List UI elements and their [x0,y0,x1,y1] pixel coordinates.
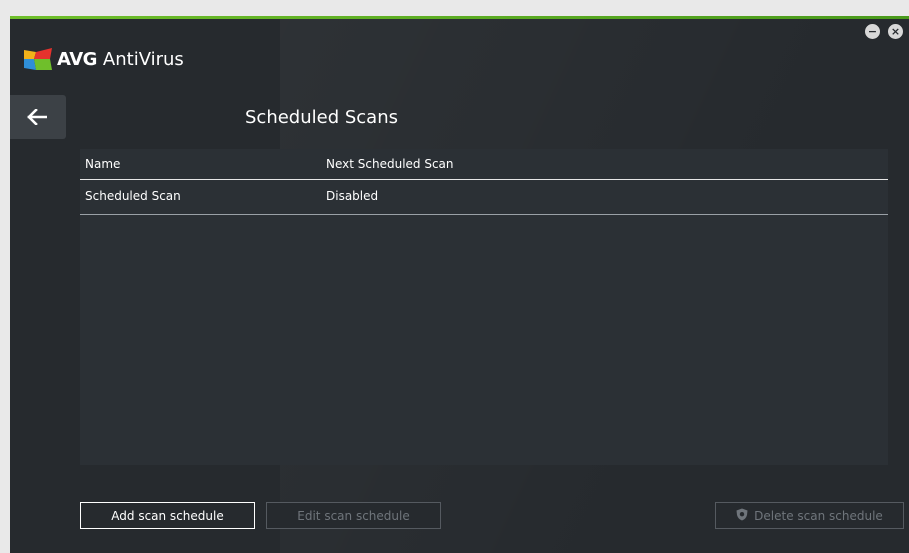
column-header-next-scan[interactable]: Next Scheduled Scan [326,157,454,171]
back-button[interactable] [10,95,66,139]
column-header-name[interactable]: Name [85,157,120,171]
table-header: Name Next Scheduled Scan [80,149,888,180]
avg-logo-icon [24,48,53,70]
edit-scan-schedule-button[interactable]: Edit scan schedule [266,502,441,529]
delete-scan-schedule-button[interactable]: Delete scan schedule [715,502,904,529]
brand-avg-text: AVG [57,48,97,70]
window-controls: − × [865,24,903,39]
shield-icon [736,508,748,524]
table-row[interactable]: Scheduled Scan Disabled [80,180,888,215]
brand-product-name: AntiVirus [102,48,184,70]
app-brand: AVG AntiVirus [24,48,184,70]
add-scan-schedule-button[interactable]: Add scan schedule [80,502,255,529]
app-window: − × AVG AntiVirus Scheduled Scans Name N… [10,16,909,553]
row-name-cell: Scheduled Scan [85,189,181,203]
accent-bar [10,16,909,19]
arrow-left-icon [27,109,47,125]
close-button[interactable]: × [888,24,903,39]
page-title: Scheduled Scans [245,107,398,128]
scheduled-scans-table: Name Next Scheduled Scan Scheduled Scan … [80,149,888,465]
row-next-scan-cell: Disabled [326,189,379,203]
minimize-button[interactable]: − [865,24,880,39]
delete-button-label: Delete scan schedule [754,508,883,523]
